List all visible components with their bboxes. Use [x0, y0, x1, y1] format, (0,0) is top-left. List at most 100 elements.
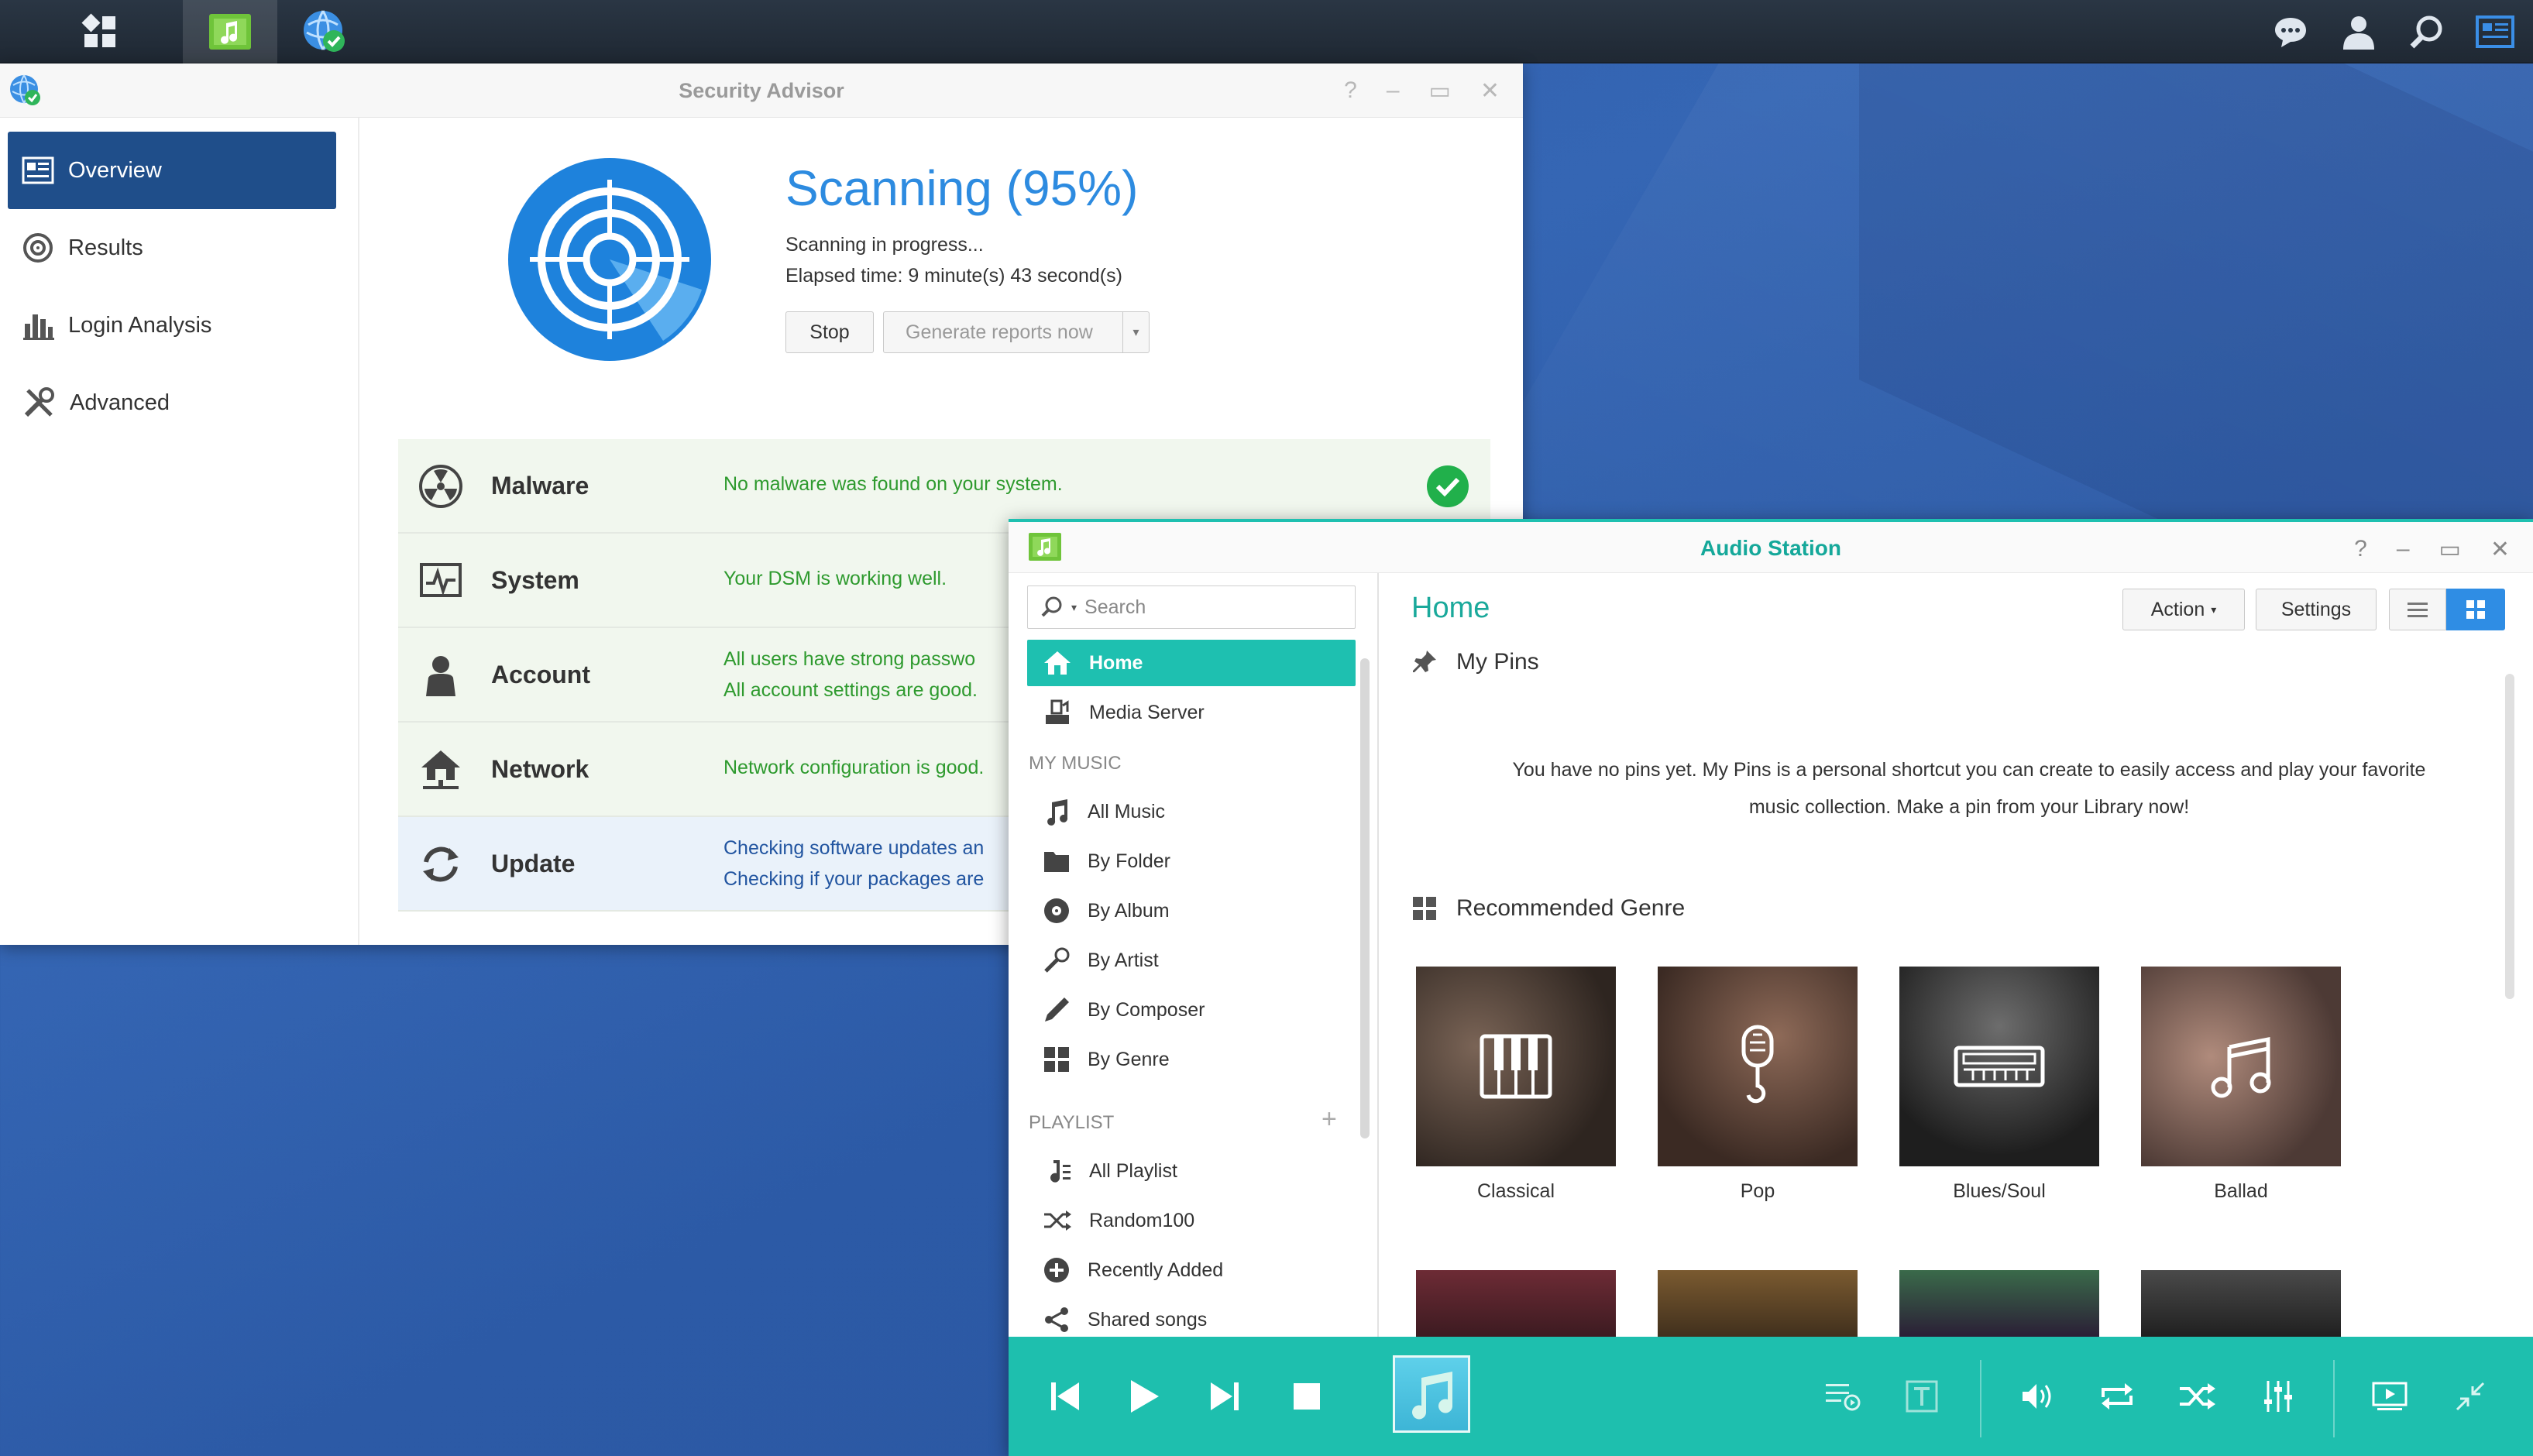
genre-tile-partial[interactable] [1658, 1270, 1858, 1337]
minimize-icon[interactable]: – [1387, 77, 1400, 105]
play-icon[interactable] [1122, 1374, 1167, 1419]
sidebar-item-login-analysis[interactable]: Login Analysis [8, 287, 336, 364]
sidebar-item-label: Random100 [1089, 1209, 1195, 1231]
keyboard-icon [1954, 1046, 2045, 1087]
system-monitor-icon [420, 563, 462, 597]
search-icon [1041, 596, 1062, 617]
result-message: No malware was found on your system. [723, 473, 1063, 495]
mini-player-icon[interactable] [2448, 1374, 2493, 1419]
user-icon[interactable] [2336, 9, 2381, 54]
lyrics-icon[interactable] [1899, 1374, 1944, 1419]
audio-station-taskbar-button[interactable] [183, 0, 277, 64]
next-track-icon[interactable] [1202, 1374, 1247, 1419]
sidebar-item-results[interactable]: Results [8, 209, 336, 287]
genre-tile-partial[interactable] [1899, 1270, 2099, 1337]
sidebar-scrollbar[interactable] [1360, 658, 1370, 1138]
taskbar [0, 0, 2533, 64]
genre-tile-partial[interactable] [2141, 1270, 2341, 1337]
result-message: Your DSM is working well. [723, 568, 947, 589]
stop-icon[interactable] [1284, 1374, 1329, 1419]
sidebar-item-recently-added[interactable]: Recently Added [1027, 1247, 1356, 1293]
volume-icon[interactable] [2016, 1374, 2060, 1419]
tools-icon [24, 387, 54, 417]
sidebar-item-home[interactable]: Home [1027, 640, 1356, 686]
add-playlist-icon[interactable]: + [1321, 1104, 1337, 1135]
maximize-icon[interactable]: ▭ [1429, 77, 1451, 105]
sidebar-item-by-album[interactable]: By Album [1027, 888, 1356, 934]
help-icon[interactable]: ? [1344, 77, 1357, 105]
result-message-2: Checking if your packages are [723, 868, 985, 890]
genre-tile-partial[interactable] [1416, 1270, 1616, 1337]
chat-icon[interactable] [2268, 9, 2313, 54]
genre-label: Classical [1476, 1180, 1555, 1202]
my-music-header: MY MUSIC [1029, 753, 1122, 774]
minimize-icon[interactable]: – [2397, 536, 2410, 563]
action-button[interactable]: Action ▾ [2122, 589, 2245, 630]
genre-tile-ballad[interactable]: Ballad [2141, 967, 2341, 1203]
genre-thumbnail [2141, 967, 2341, 1166]
playlist-icon [1050, 1160, 1071, 1183]
widgets-icon[interactable] [2473, 9, 2518, 54]
equalizer-icon[interactable] [2256, 1374, 2301, 1419]
sidebar-item-random100[interactable]: Random100 [1027, 1197, 1356, 1244]
sidebar-item-shared-songs[interactable]: Shared songs [1027, 1296, 1356, 1337]
genre-label: Blues/Soul [1953, 1180, 2046, 1202]
stream-to-device-icon[interactable] [2367, 1374, 2412, 1419]
add-circle-icon [1044, 1258, 1069, 1283]
main-scrollbar[interactable] [2505, 674, 2514, 999]
grid-view-button[interactable] [2446, 589, 2505, 630]
maximize-icon[interactable]: ▭ [2439, 536, 2461, 563]
main-menu-button[interactable] [53, 0, 147, 64]
network-home-icon [421, 750, 460, 789]
previous-track-icon[interactable] [1043, 1374, 1088, 1419]
help-icon[interactable]: ? [2354, 536, 2367, 563]
sidebar-item-all-music[interactable]: All Music [1027, 788, 1356, 835]
recommended-genre-title: Recommended Genre [1411, 895, 1685, 922]
genre-tile-blues-soul[interactable]: Blues/Soul [1899, 967, 2099, 1203]
audio-station-main: Home Action ▾ Settings My Pins You have … [1380, 573, 2533, 1337]
sidebar-item-label: Recently Added [1088, 1259, 1224, 1281]
search-icon[interactable] [2404, 9, 2449, 54]
pen-icon [1045, 998, 1069, 1022]
audio-station-titlebar[interactable]: Audio Station ? – ▭ ✕ [1009, 522, 2533, 573]
radiation-icon [419, 465, 462, 508]
repeat-icon[interactable] [2095, 1374, 2139, 1419]
generate-reports-button[interactable]: Generate reports now ▾ [883, 311, 1150, 353]
genre-thumbnail [1899, 967, 2099, 1166]
close-icon[interactable]: ✕ [1480, 77, 1500, 105]
genre-tile-pop[interactable]: Pop [1658, 967, 1858, 1203]
pins-message-line1: You have no pins yet. My Pins is a perso… [1512, 759, 2426, 781]
result-name: Network [491, 755, 589, 783]
sidebar-item-overview[interactable]: Overview [8, 132, 336, 209]
queue-icon[interactable] [1820, 1374, 1865, 1419]
sidebar-item-advanced[interactable]: Advanced [8, 364, 336, 441]
stop-button[interactable]: Stop [785, 311, 874, 353]
sidebar-item-all-playlist[interactable]: All Playlist [1027, 1148, 1356, 1194]
sidebar-item-by-genre[interactable]: By Genre [1027, 1036, 1356, 1083]
search-input[interactable]: ▾ Search [1027, 585, 1356, 629]
close-icon[interactable]: ✕ [2490, 536, 2510, 563]
album-art[interactable] [1393, 1355, 1470, 1433]
list-view-button[interactable] [2389, 589, 2446, 630]
genre-tile-classical[interactable]: Classical [1416, 967, 1616, 1203]
sidebar-item-label: By Artist [1088, 949, 1159, 971]
sidebar-item-by-folder[interactable]: By Folder [1027, 838, 1356, 884]
overview-icon [22, 156, 54, 184]
sidebar-item-label: By Album [1088, 899, 1170, 922]
player-separator [1980, 1360, 1981, 1437]
shuffle-icon[interactable] [2175, 1374, 2220, 1419]
result-message-2: All account settings are good. [723, 679, 978, 701]
sidebar-item-media-server[interactable]: Media Server [1027, 689, 1356, 736]
music-note-icon [1412, 1372, 1453, 1420]
sidebar-item-by-composer[interactable]: By Composer [1027, 987, 1356, 1033]
dropdown-arrow-icon[interactable]: ▾ [1122, 312, 1149, 352]
search-dropdown-icon[interactable]: ▾ [1071, 601, 1077, 614]
security-advisor-titlebar[interactable]: Security Advisor ? – ▭ ✕ [0, 64, 1523, 118]
settings-button[interactable]: Settings [2256, 589, 2377, 630]
genre-thumbnail [1658, 967, 1858, 1166]
security-advisor-taskbar-button[interactable] [277, 0, 372, 64]
result-message: Network configuration is good. [723, 757, 985, 778]
sidebar-item-by-artist[interactable]: By Artist [1027, 937, 1356, 984]
list-view-icon [2408, 603, 2428, 617]
folder-icon [1044, 852, 1069, 872]
